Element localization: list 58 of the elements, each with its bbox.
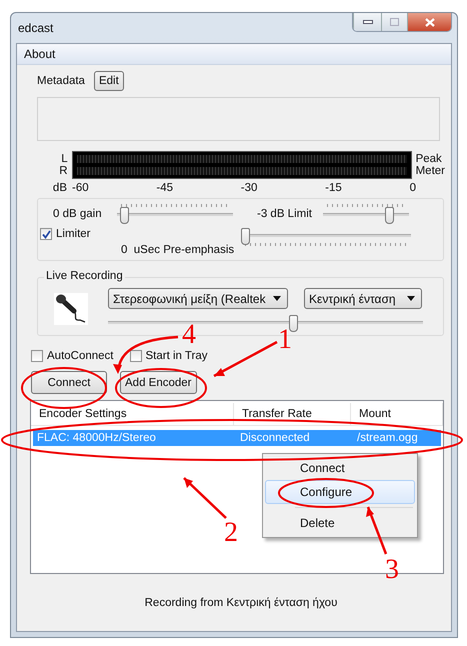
gain-label: 0 dB gain [53, 208, 103, 220]
limit-label: -3 dB Limit [257, 208, 313, 220]
channel-label: L [61, 153, 68, 165]
connect-button[interactable]: Connect [31, 371, 107, 394]
context-menu-item[interactable]: Delete [265, 511, 415, 535]
device-dropdown[interactable]: Στερεοφωνική μείξη (Realtek [108, 288, 288, 309]
limiter-label: Limiter [56, 228, 91, 240]
pre-emphasis-label: 0 uSec Pre-emphasis [121, 244, 234, 256]
annotation-arrow [366, 506, 388, 554]
edit-button[interactable]: Edit [94, 71, 124, 91]
scale-label: 0 [410, 182, 416, 194]
minimize-icon [362, 20, 372, 24]
menu-item[interactable]: About [24, 47, 56, 61]
context-menu-item[interactable]: Connect [265, 456, 415, 480]
scale-label: -60 [72, 182, 89, 194]
window-title: edcast [18, 21, 54, 35]
slider-thumb[interactable] [241, 228, 250, 245]
group-title: Live Recording [44, 270, 125, 282]
minimize-button[interactable] [353, 13, 381, 31]
meter-label: Meter [416, 165, 445, 177]
checkbox[interactable] [40, 228, 52, 240]
table-cell-text: /stream.ogg [356, 432, 419, 444]
checkbox[interactable] [130, 350, 142, 362]
caret-icon [273, 296, 281, 301]
checkbox[interactable] [31, 350, 43, 362]
status-text: Recording from Κεντρική ένταση ήχου [144, 596, 338, 608]
context-menu-item[interactable]: Configure [265, 480, 415, 504]
scale-label: -45 [156, 182, 174, 194]
column-header[interactable]: Mount [351, 403, 443, 425]
annotation-number: 2 [224, 517, 238, 548]
meter-label: Peak [416, 153, 443, 165]
annotation-number: 1 [278, 324, 292, 355]
annotation-number: 4 [182, 319, 196, 350]
slider-thumb[interactable] [289, 315, 298, 332]
close-icon [424, 18, 434, 26]
table-cell-text: Disconnected [239, 432, 311, 444]
table-cell-text: FLAC: 48000Hz/Stereo [36, 432, 157, 444]
column-header[interactable]: Encoder Settings [31, 403, 234, 425]
annotation-arrow [213, 340, 278, 378]
caret-icon [407, 296, 415, 301]
add-encoder-button[interactable]: Add Encoder [120, 371, 196, 394]
line-dropdown[interactable]: Κεντρική ένταση [304, 288, 422, 309]
microphone-icon [54, 292, 88, 324]
maximize-icon [390, 18, 399, 26]
option-label: Start in Tray [146, 350, 208, 362]
unit-label: dB [52, 182, 67, 194]
scale-label: -15 [325, 182, 342, 194]
metadata-label: Metadata [37, 75, 85, 87]
column-header[interactable]: Transfer Rate [234, 403, 351, 425]
check-icon [42, 230, 50, 238]
scale-label: -30 [240, 182, 258, 194]
close-button[interactable] [407, 13, 451, 31]
slider-thumb[interactable] [120, 207, 130, 224]
annotation-arrow [183, 477, 227, 519]
option-label: AutoConnect [47, 350, 114, 362]
annotation-number: 3 [385, 554, 399, 585]
channel-label: R [59, 165, 68, 177]
slider-thumb[interactable] [385, 207, 394, 224]
